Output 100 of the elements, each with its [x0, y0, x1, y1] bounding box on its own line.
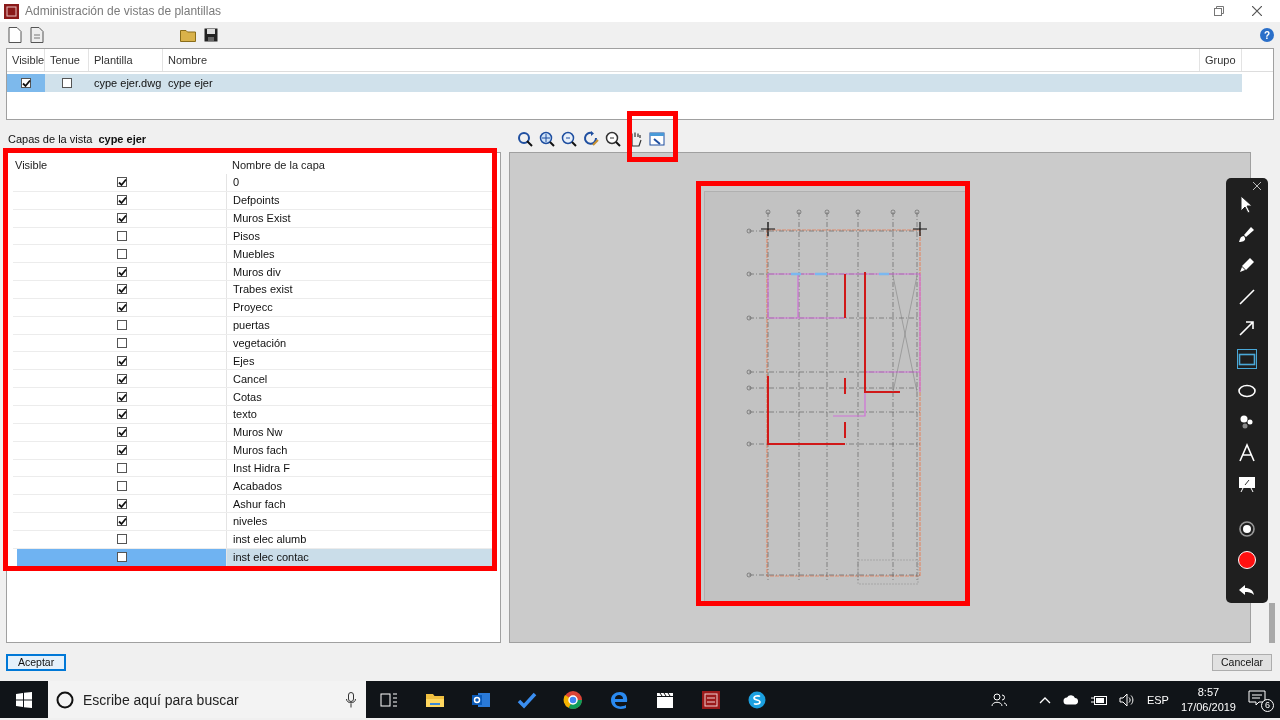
column-header: Plantilla — [89, 49, 163, 71]
close-icon[interactable] — [1252, 6, 1262, 16]
notifications-icon[interactable] — [1248, 689, 1266, 706]
checkbox[interactable] — [116, 373, 127, 384]
column-header: Nombre — [163, 49, 1200, 71]
chevron-up-icon[interactable] — [1038, 695, 1051, 704]
zoom-out-icon[interactable] — [605, 131, 621, 147]
battery-icon[interactable] — [1090, 693, 1107, 706]
layer-row[interactable]: Cotas — [13, 388, 492, 406]
layer-row[interactable]: Defpoints — [13, 191, 492, 210]
layer-row[interactable]: texto — [13, 405, 492, 424]
layer-name: Cancel — [226, 370, 492, 388]
language-indicator[interactable]: ESP — [1146, 693, 1169, 706]
table-cell: cype ejer.dwg — [89, 74, 163, 92]
checkbox[interactable] — [116, 284, 127, 295]
checkbox[interactable] — [116, 391, 127, 402]
save-icon[interactable] — [204, 28, 218, 42]
layer-name: 0 — [226, 174, 492, 191]
search-box[interactable]: Escribe aquí para buscar — [48, 681, 366, 718]
checkbox[interactable] — [116, 248, 127, 259]
checkbox[interactable] — [116, 338, 127, 348]
layer-name: inst elec alumb — [226, 530, 492, 548]
layer-row[interactable]: niveles — [13, 513, 492, 531]
checkbox[interactable] — [116, 320, 127, 331]
restore-icon[interactable] — [1214, 6, 1224, 16]
document-icon[interactable] — [30, 27, 44, 43]
speaker-icon[interactable] — [1118, 692, 1135, 707]
table-cell: cype ejer — [163, 74, 1200, 92]
layer-name: texto — [226, 405, 492, 423]
scrollbar-thumb[interactable] — [1269, 603, 1275, 643]
checkbox[interactable] — [116, 480, 127, 491]
checkbox[interactable] — [116, 534, 127, 545]
checkbox[interactable] — [116, 462, 127, 473]
help-button[interactable]: ? — [1260, 28, 1274, 42]
search-field[interactable]: Escribe aquí para buscar — [83, 691, 337, 708]
microphone-icon[interactable] — [346, 691, 356, 708]
column-header: Grupo — [1200, 49, 1242, 71]
layer-name: Defpoints — [226, 191, 492, 209]
checkbox[interactable] — [116, 498, 127, 509]
search-icon — [56, 690, 74, 709]
checkbox[interactable] — [21, 78, 31, 88]
layer-row[interactable]: Acabados — [13, 477, 492, 496]
windows-logo-icon[interactable] — [16, 691, 32, 708]
layer-name: vegetación — [226, 334, 492, 352]
layer-row[interactable]: Muros fach — [13, 441, 492, 460]
refresh-icon[interactable] — [583, 131, 599, 147]
layer-row[interactable]: vegetación — [13, 334, 492, 353]
layer-row[interactable]: Muros Nw — [13, 423, 492, 442]
layer-name: Acabados — [226, 477, 492, 495]
layer-name: Inst Hidra F — [226, 459, 492, 477]
close-icon[interactable] — [1253, 182, 1261, 190]
view-window-icon[interactable] — [649, 131, 665, 147]
checkbox[interactable] — [116, 409, 127, 420]
layer-row[interactable]: inst elec contac — [13, 548, 492, 567]
checkbox[interactable] — [62, 78, 72, 88]
layer-row[interactable]: Muebles — [13, 245, 492, 264]
layer-row[interactable]: inst elec alumb — [13, 530, 492, 549]
layer-row[interactable]: Muros Exist — [13, 209, 492, 228]
zoom-in-icon[interactable] — [561, 131, 577, 147]
checkbox[interactable] — [116, 355, 127, 366]
checkbox[interactable] — [116, 266, 127, 277]
layer-row[interactable]: Cancel — [13, 370, 492, 389]
layer-name: Pisos — [226, 227, 492, 245]
layer-row[interactable]: Ejes — [13, 352, 492, 371]
zoom-extents-icon[interactable] — [517, 131, 533, 147]
layer-name: puertas — [226, 316, 492, 334]
layer-row[interactable]: Pisos — [13, 227, 492, 246]
checkbox[interactable] — [116, 213, 127, 224]
table-row[interactable]: cype ejer.dwg cype ejer — [7, 74, 1273, 92]
dialog-button[interactable]: Cancelar — [1211, 653, 1272, 671]
app-icon — [4, 3, 19, 19]
cloud-icon[interactable] — [1062, 694, 1079, 705]
edge-browser-icon[interactable] — [609, 689, 629, 710]
checkbox[interactable] — [116, 552, 127, 563]
checkbox[interactable] — [116, 445, 127, 456]
layer-row[interactable]: Proyecc — [13, 298, 492, 317]
checkbox[interactable] — [116, 516, 127, 527]
checkbox[interactable] — [116, 195, 127, 206]
zoom-window-icon[interactable] — [539, 131, 555, 147]
new-file-icon[interactable] — [8, 27, 22, 43]
checkbox[interactable] — [116, 302, 127, 313]
layer-row[interactable]: Muros div — [13, 263, 492, 282]
dialog-button[interactable]: Aceptar — [6, 653, 67, 671]
layer-row[interactable]: Trabes exist — [13, 281, 492, 299]
chat-app-icon[interactable] — [747, 689, 767, 710]
checkbox[interactable] — [116, 427, 127, 438]
checkbox[interactable] — [116, 230, 127, 241]
layer-row[interactable]: 0 — [13, 174, 492, 192]
app-icon[interactable] — [701, 689, 721, 710]
people-icon[interactable] — [990, 691, 1007, 708]
browser-icon[interactable] — [563, 689, 583, 710]
layer-row[interactable]: puertas — [13, 316, 492, 335]
column-header: Tenue — [45, 49, 89, 71]
clock[interactable]: 8:57 17/06/2019 — [1180, 684, 1236, 715]
layer-name: Cotas — [226, 388, 492, 405]
layer-row[interactable]: Ashur fach — [13, 495, 492, 514]
layer-row[interactable]: Inst Hidra F — [13, 459, 492, 478]
checkbox[interactable] — [116, 177, 127, 188]
layer-name: Muros div — [226, 263, 492, 281]
highlight-rectangle — [627, 111, 678, 162]
